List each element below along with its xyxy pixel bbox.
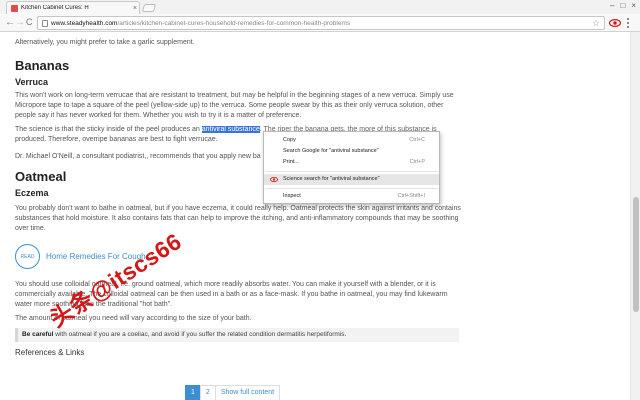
context-print[interactable]: Print... Ctrl+P — [264, 157, 439, 168]
references-link[interactable]: References & Links — [15, 348, 84, 357]
eczema-paragraph-1: You probably don't want to bathe in oatm… — [15, 205, 461, 232]
science-search-extension-icon[interactable] — [609, 17, 621, 29]
site-favicon-icon — [11, 4, 18, 12]
close-window-icon[interactable]: × — [631, 1, 636, 11]
context-separator — [265, 188, 438, 189]
show-full-content-button[interactable]: Show full content — [214, 385, 281, 400]
context-search-google-label: Search Google for "antiviral substance" — [283, 148, 379, 154]
selected-text[interactable]: antiviral substance — [201, 126, 260, 133]
context-inspect-label: Inspect — [283, 193, 301, 199]
verruca-paragraph-3: Dr. Michael O'Neill, a consultant podiat… — [15, 153, 261, 160]
bananas-heading: Bananas — [15, 58, 70, 73]
tab-title: Kitchen Cabinet Cures: H — [21, 5, 89, 11]
context-print-shortcut: Ctrl+P — [409, 159, 425, 165]
callout-bold: Be careful — [22, 331, 54, 338]
page-scrollbar[interactable] — [630, 32, 640, 400]
browser-tab[interactable]: Kitchen Cabinet Cures: H × — [6, 1, 140, 14]
callout-text: with oatmeal if you are a coeliac, and a… — [53, 331, 347, 338]
context-search-google[interactable]: Search Google for "antiviral substance" — [264, 146, 439, 157]
url-domain: www.steadyhealth.com — [51, 19, 118, 27]
context-print-label: Print... — [283, 159, 299, 165]
reload-icon[interactable]: C — [26, 17, 33, 28]
intro-paragraph: Alternatively, you might prefer to take … — [15, 39, 195, 46]
eczema-heading: Eczema — [15, 188, 49, 198]
context-copy-shortcut: Ctrl+C — [409, 137, 425, 143]
maximize-icon[interactable]: □ — [620, 1, 625, 11]
context-science-search-label: Science search for "antiviral substance" — [283, 176, 380, 182]
new-tab-button[interactable] — [141, 4, 157, 12]
science-search-eye-icon — [270, 177, 278, 182]
forward-icon[interactable]: → — [15, 17, 25, 28]
context-separator — [265, 171, 438, 172]
bookmark-star-icon[interactable]: ☆ — [592, 18, 600, 29]
verruca-p2-before: The science is that the sticky inside of… — [15, 126, 202, 133]
url-path: /articles/kitchen-cabinet-cures-househol… — [117, 19, 351, 27]
caution-callout: Be careful with oatmeal if you are a coe… — [15, 328, 459, 342]
tab-close-icon[interactable]: × — [133, 5, 137, 12]
verruca-paragraph-1: This won't work on long-term verrucae th… — [15, 92, 454, 119]
read-badge: READ — [15, 244, 40, 269]
page-info-icon[interactable] — [42, 19, 48, 27]
context-science-search[interactable]: Science search for "antiviral substance" — [264, 174, 439, 185]
page-1-button[interactable]: 1 — [185, 385, 201, 400]
context-menu: Copy Ctrl+C Search Google for "antiviral… — [263, 131, 440, 204]
tab-strip: Kitchen Cabinet Cures: H × – □ × — [0, 0, 640, 14]
browser-toolbar: ← → C www.steadyhealth.com/articles/kitc… — [0, 14, 640, 32]
back-icon[interactable]: ← — [5, 17, 15, 28]
verruca-p2-line2: produced. Therefore, overripe bananas ar… — [15, 136, 218, 143]
scrollbar-thumb[interactable] — [633, 197, 639, 312]
context-inspect-shortcut: Ctrl+Shift+I — [397, 193, 425, 199]
address-bar[interactable]: www.steadyhealth.com/articles/kitchen-ca… — [37, 16, 605, 30]
page-2-button[interactable]: 2 — [199, 385, 216, 400]
verruca-heading: Verruca — [15, 77, 49, 87]
pagination: 1 2 Show full content — [185, 385, 281, 400]
url-text: www.steadyhealth.com/articles/kitchen-ca… — [51, 20, 350, 27]
context-copy[interactable]: Copy Ctrl+C — [264, 135, 439, 146]
window-controls: – □ × — [610, 1, 636, 11]
browser-menu-icon[interactable] — [627, 18, 631, 28]
context-inspect[interactable]: Inspect Ctrl+Shift+I — [264, 191, 439, 202]
minimize-icon[interactable]: – — [610, 1, 614, 11]
oatmeal-heading: Oatmeal — [15, 169, 67, 184]
context-copy-label: Copy — [283, 137, 296, 143]
